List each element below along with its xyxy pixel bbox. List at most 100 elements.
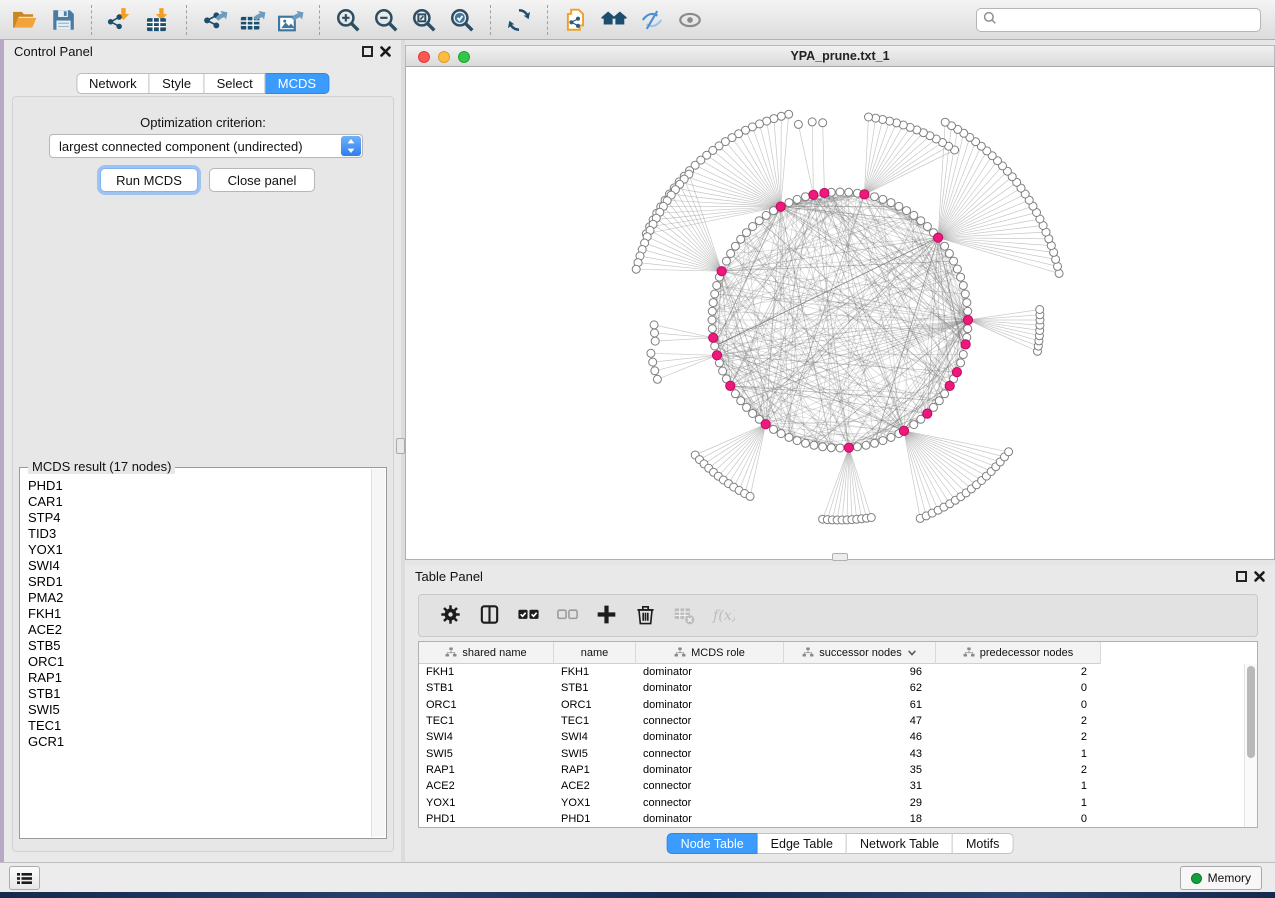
close-panel-icon[interactable] [379,45,392,58]
graph-node[interactable] [959,282,967,290]
graph-node[interactable] [731,390,739,398]
float-panel-icon[interactable] [1236,571,1247,582]
table-scrollbar[interactable] [1244,664,1257,827]
graph-node[interactable] [887,199,895,207]
zoom-out-button[interactable] [367,3,405,37]
graph-selected-node[interactable] [934,233,943,242]
graph-node[interactable] [941,242,949,250]
graph-node[interactable] [808,118,816,126]
graph-node[interactable] [794,120,802,128]
graph-selected-node[interactable] [709,333,718,342]
toggle-panel-layout-button[interactable] [472,599,506,633]
graph-node[interactable] [711,342,719,350]
graph-node[interactable] [719,367,727,375]
graph-node[interactable] [964,307,972,315]
graph-node[interactable] [722,257,730,265]
tab-motifs[interactable]: Motifs [953,833,1013,854]
graph-node[interactable] [650,321,658,329]
graph-node[interactable] [802,439,810,447]
graph-node[interactable] [845,188,853,196]
graph-node[interactable] [651,367,659,375]
close-panel-button[interactable]: Close panel [209,168,315,192]
graph-node[interactable] [964,325,972,333]
graph-node[interactable] [819,119,827,127]
graph-node[interactable] [895,202,903,210]
graph-node[interactable] [708,307,716,315]
graph-node[interactable] [827,444,835,452]
graph-node[interactable] [785,433,793,441]
graph-selected-node[interactable] [712,351,721,360]
graph-node[interactable] [953,265,961,273]
graph-node[interactable] [746,492,754,500]
graph-selected-node[interactable] [717,267,726,276]
export-image-button[interactable] [272,3,310,37]
mcds-result-item[interactable]: STB5 [21,638,371,654]
graph-node[interactable] [708,316,716,324]
table-scrollbar-thumb[interactable] [1247,666,1255,758]
mcds-result-item[interactable]: ORC1 [21,654,371,670]
table-row[interactable]: YOX1YOX1connector291 [419,794,1244,810]
graph-node[interactable] [647,349,655,357]
table-row[interactable]: TEC1TEC1connector472 [419,713,1244,729]
graph-selected-node[interactable] [945,381,954,390]
table-row[interactable]: PHD1PHD1dominator180 [419,811,1244,827]
vertical-splitter-handle[interactable] [396,438,405,454]
graph-node[interactable] [941,390,949,398]
mcds-result-item[interactable]: FKH1 [21,606,371,622]
graph-node[interactable] [871,193,879,201]
tab-network-table[interactable]: Network Table [847,833,953,854]
hide-graphics-details-button[interactable] [633,3,671,37]
table-row[interactable]: RAP1RAP1dominator352 [419,762,1244,778]
graph-node[interactable] [711,290,719,298]
graph-node[interactable] [653,375,661,383]
run-mcds-button[interactable]: Run MCDS [100,168,198,192]
unselect-all-columns-button[interactable] [550,599,584,633]
graph-node[interactable] [651,337,659,345]
graph-selected-node[interactable] [923,409,932,418]
graph-node[interactable] [959,351,967,359]
zoom-fit-button[interactable] [405,3,443,37]
graph-node[interactable] [632,265,640,273]
graph-node[interactable] [709,299,717,307]
clone-network-button[interactable] [557,3,595,37]
graph-node[interactable] [945,250,953,258]
graph-node[interactable] [910,421,918,429]
mcds-result-item[interactable]: TID3 [21,526,371,542]
column-header-name[interactable]: name [554,642,636,664]
column-header-successor-nodes[interactable]: successor nodes [784,642,936,664]
mcds-result-item[interactable]: PMA2 [21,590,371,606]
graph-node[interactable] [935,397,943,405]
tab-node-table[interactable]: Node Table [667,833,758,854]
graph-node[interactable] [770,425,778,433]
optimization-criterion-dropdown[interactable]: largest connected component (undirected) [49,134,363,158]
mcds-result-item[interactable]: YOX1 [21,542,371,558]
delete-columns-button[interactable] [628,599,662,633]
graph-selected-node[interactable] [961,340,970,349]
task-history-button[interactable] [9,866,40,890]
graph-node[interactable] [1036,306,1044,314]
mcds-result-item[interactable]: STP4 [21,510,371,526]
graph-node[interactable] [963,299,971,307]
table-row[interactable]: ACE2ACE2connector311 [419,778,1244,794]
graph-node[interactable] [961,290,969,298]
show-graphics-details-button[interactable] [671,3,709,37]
tab-edge-table[interactable]: Edge Table [758,833,847,854]
graph-selected-node[interactable] [726,381,735,390]
graph-node[interactable] [819,443,827,451]
graph-node[interactable] [755,217,763,225]
graph-node[interactable] [923,223,931,231]
tab-style[interactable]: Style [150,73,205,94]
graph-node[interactable] [743,403,751,411]
graph-node[interactable] [708,325,716,333]
home-button[interactable] [595,3,633,37]
graph-selected-node[interactable] [776,202,785,211]
network-canvas[interactable] [405,67,1275,560]
table-settings-button[interactable] [433,599,467,633]
column-header-predecessor-nodes[interactable]: predecessor nodes [936,642,1101,664]
table-row[interactable]: STB1STB1dominator620 [419,680,1244,696]
tab-network[interactable]: Network [76,73,150,94]
column-header-MCDS-role[interactable]: MCDS role [636,642,784,664]
graph-node[interactable] [879,437,887,445]
zoom-in-button[interactable] [329,3,367,37]
graph-node[interactable] [957,359,965,367]
